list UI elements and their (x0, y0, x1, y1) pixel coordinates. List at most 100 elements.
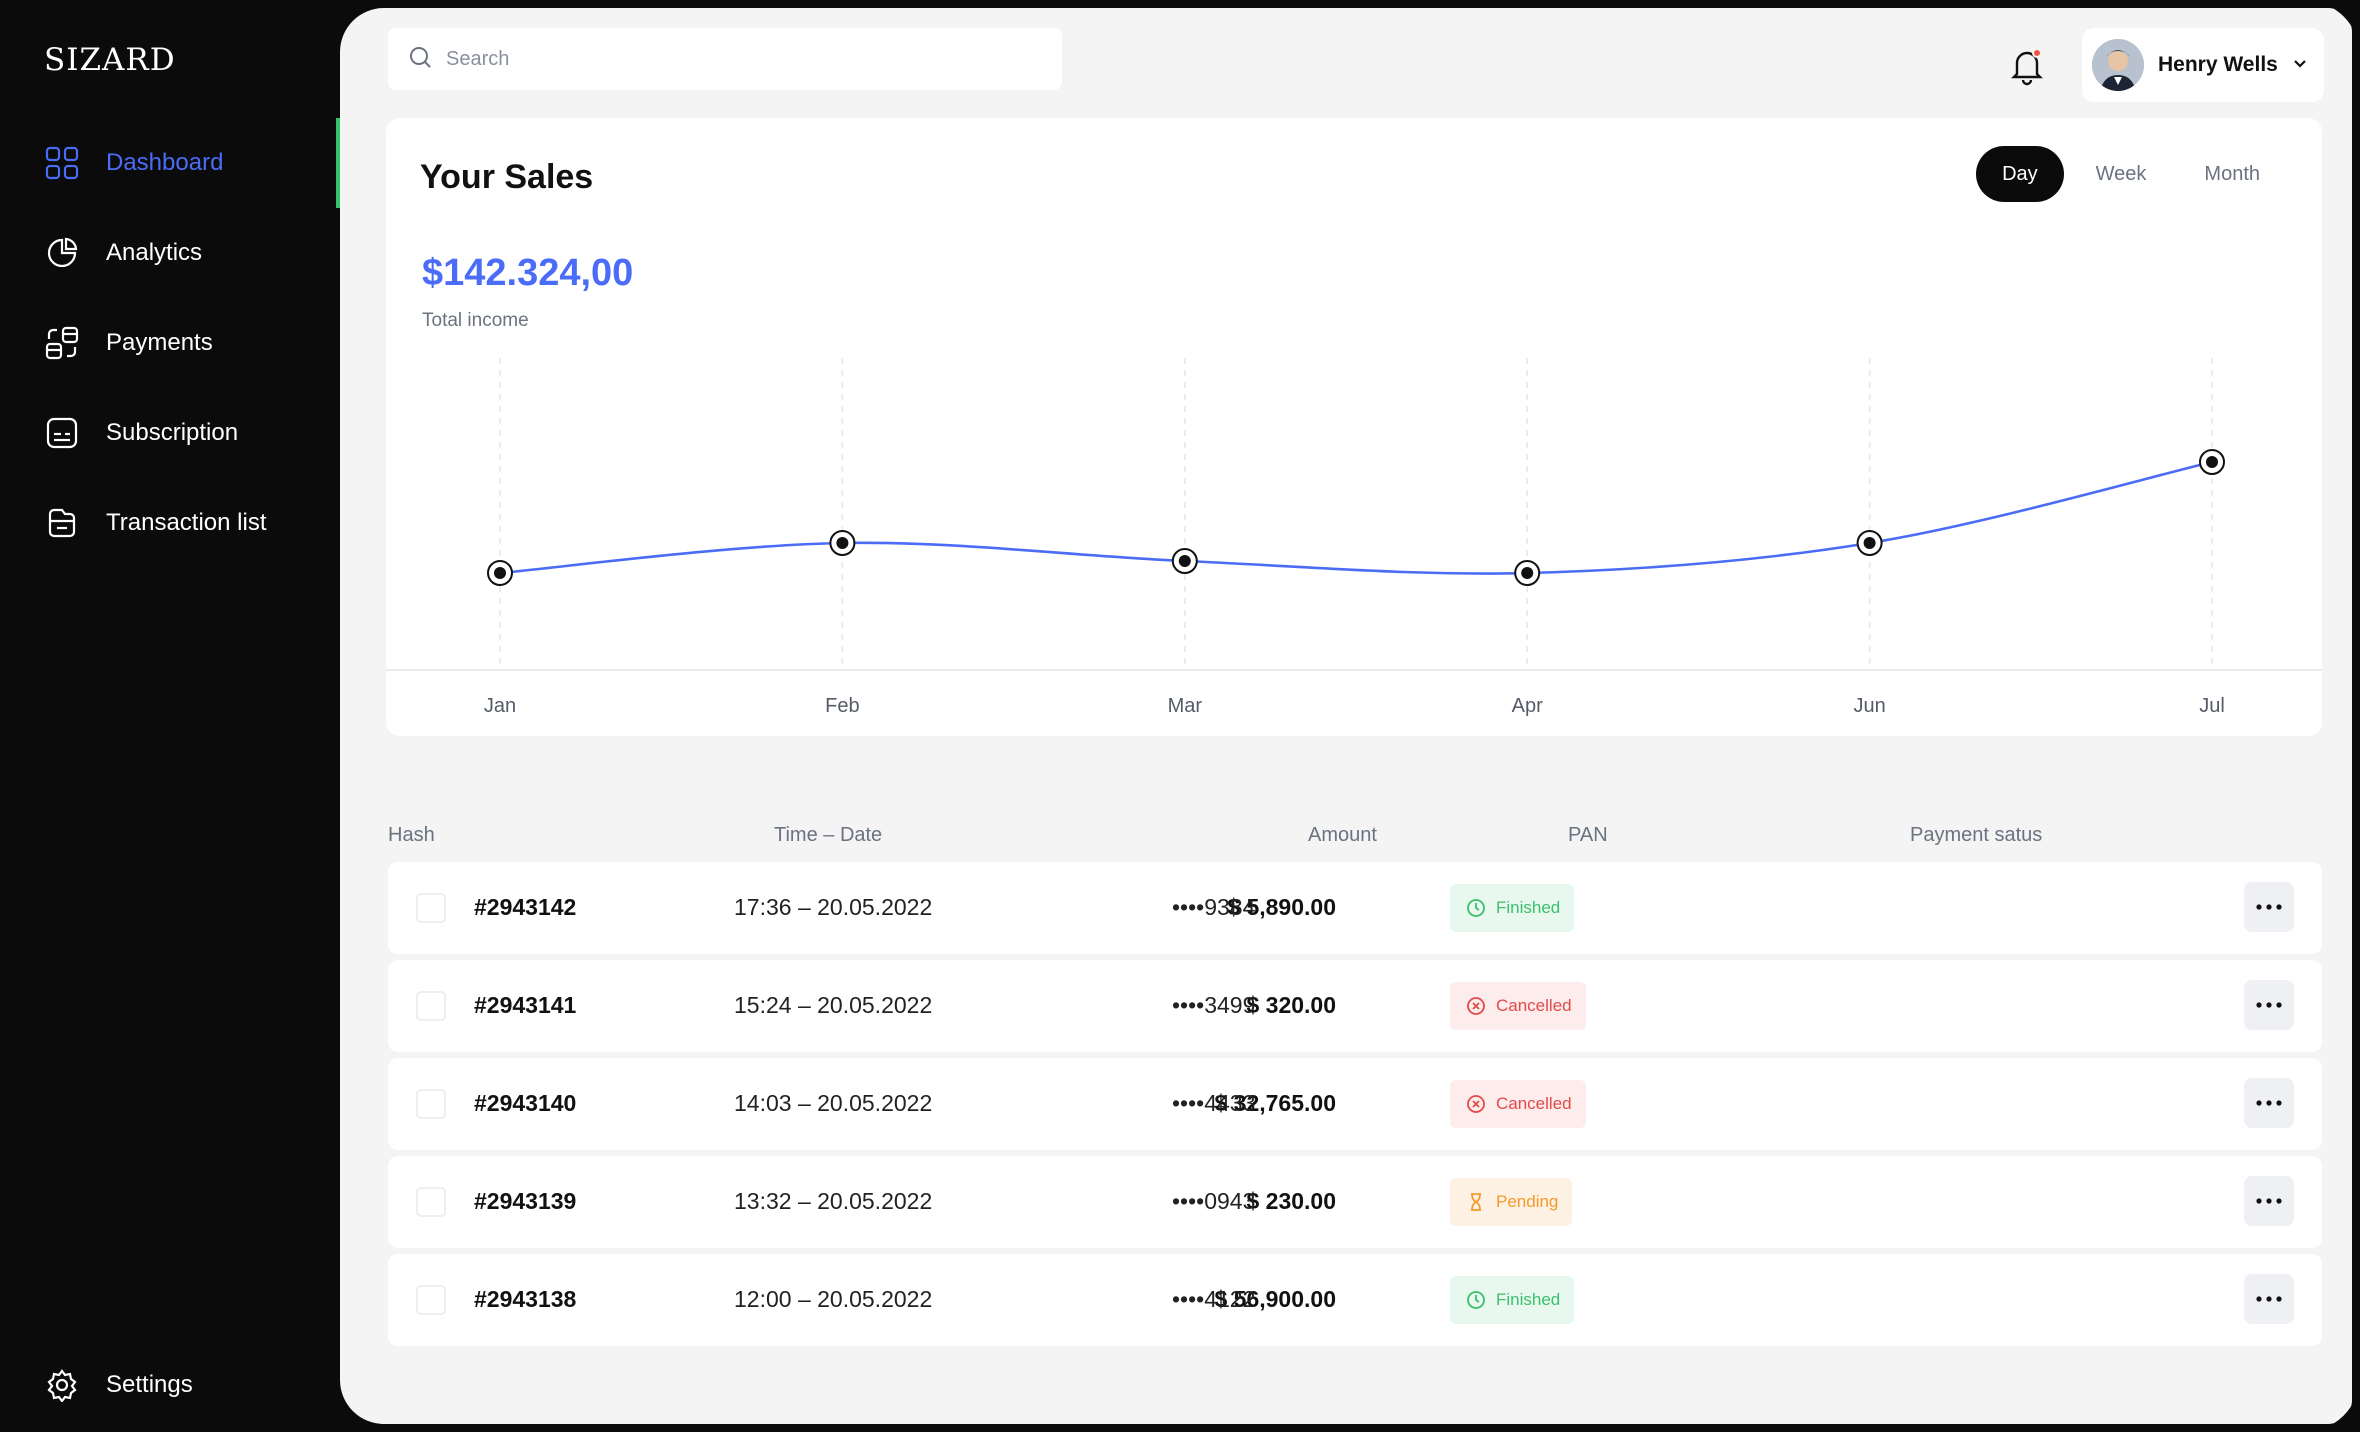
grid-icon (44, 145, 80, 181)
status-badge: Pending (1450, 1178, 1573, 1226)
x-tick-label: Jun (1853, 695, 1885, 717)
app-logo: SIZARD (44, 42, 176, 78)
more-dots-icon (2256, 1296, 2282, 1302)
more-dots-icon (2256, 904, 2282, 910)
more-dots-icon (2256, 1198, 2282, 1204)
pie-chart-icon (44, 235, 80, 271)
row-hash: #2943140 (474, 1090, 577, 1116)
row-time: 15:24 – 20.05.2022 (734, 992, 933, 1018)
row-pan: ••••4433 (1172, 1090, 1256, 1116)
more-options-button[interactable] (2244, 1176, 2294, 1226)
more-options-button[interactable] (2244, 882, 2294, 932)
sidebar: SIZARD Dashboard Analytics Payments Subs… (0, 0, 340, 1432)
sidebar-item-dashboard[interactable]: Dashboard (0, 118, 340, 208)
x-tick-label: Jul (2199, 695, 2225, 717)
row-amount: $ 230.00 (1246, 1188, 1336, 1214)
avatar (2092, 39, 2144, 91)
header-status: Payment satus (1910, 824, 2043, 846)
row-time: 14:03 – 20.05.2022 (734, 1090, 933, 1116)
sidebar-item-label: Payments (106, 329, 213, 356)
hourglass-icon (1471, 1193, 1481, 1211)
sidebar-item-analytics[interactable]: Analytics (0, 208, 340, 298)
sidebar-item-label: Analytics (106, 239, 203, 266)
settings-section: Settings (0, 1340, 340, 1430)
row-checkbox[interactable] (416, 991, 446, 1021)
header-time: Time – Date (774, 824, 883, 846)
gear-icon (44, 1367, 80, 1403)
data-point-center (494, 567, 506, 579)
more-dots-icon (2256, 1100, 2282, 1106)
clock-icon (1467, 899, 1485, 917)
header-amount: Amount (1308, 824, 1377, 846)
table-header: Hash Time – Date Amount PAN Payment satu… (386, 824, 2322, 854)
status-label: Cancelled (1496, 996, 1572, 1015)
search-icon (408, 45, 432, 74)
x-tick-label: Feb (825, 695, 859, 717)
sales-card: Your Sales Day Week Month $142.324,00 To… (386, 118, 2322, 736)
sidebar-item-payments[interactable]: Payments (0, 298, 340, 388)
status-badge: Finished (1450, 884, 1575, 932)
x-tick-label: Jan (484, 695, 516, 717)
sidebar-item-label: Transaction list (106, 509, 267, 536)
row-hash: #2943139 (474, 1188, 577, 1214)
status-badge: Cancelled (1450, 1080, 1586, 1128)
sidebar-item-transaction-list[interactable]: Transaction list (0, 478, 340, 568)
row-time: 13:32 – 20.05.2022 (734, 1188, 933, 1214)
status-label: Cancelled (1496, 1094, 1572, 1113)
row-time: 12:00 – 20.05.2022 (734, 1286, 933, 1312)
data-point-center (1863, 537, 1876, 549)
status-label: Pending (1496, 1192, 1559, 1211)
status-badge: Finished (1450, 1276, 1575, 1324)
more-options-button[interactable] (2244, 1078, 2294, 1128)
status-label: Finished (1496, 898, 1561, 917)
row-checkbox[interactable] (416, 893, 446, 923)
row-hash: #2943142 (474, 894, 577, 920)
row-pan: ••••3499 (1172, 992, 1256, 1018)
data-point-center (2206, 456, 2218, 468)
sidebar-item-label: Subscription (106, 419, 239, 446)
table-row[interactable]: #2943141 15:24 – 20.05.2022 $ 320.00 •••… (388, 960, 2322, 1052)
search-bar (388, 28, 1062, 90)
notification-dot (2032, 48, 2042, 58)
series-line (499, 460, 2213, 575)
user-name: Henry Wells (2158, 53, 2278, 76)
row-hash: #2943138 (474, 1286, 577, 1312)
x-tick-label: Apr (1512, 695, 1543, 717)
main-content: Henry Wells Your Sales Day Week Month $1… (340, 8, 2352, 1424)
row-checkbox[interactable] (416, 1089, 446, 1119)
row-time: 17:36 – 20.05.2022 (734, 894, 933, 920)
more-options-button[interactable] (2244, 980, 2294, 1030)
row-checkbox[interactable] (416, 1187, 446, 1217)
sidebar-item-subscription[interactable]: Subscription (0, 388, 340, 478)
status-badge: Cancelled (1450, 982, 1586, 1030)
notification-button[interactable] (2008, 44, 2046, 86)
more-options-button[interactable] (2244, 1274, 2294, 1324)
payments-icon (44, 325, 80, 361)
subscription-icon (44, 415, 80, 451)
row-pan: ••••4122 (1172, 1286, 1256, 1312)
row-pan: ••••0943 (1172, 1188, 1256, 1214)
row-hash: #2943141 (474, 992, 577, 1018)
row-checkbox[interactable] (416, 1285, 446, 1315)
row-amount: $ 320.00 (1246, 992, 1336, 1018)
cancel-circle-icon (1467, 1095, 1485, 1113)
header-hash: Hash (388, 824, 435, 846)
search-input[interactable] (446, 47, 1006, 71)
folder-icon (44, 505, 80, 541)
sidebar-item-settings[interactable]: Settings (0, 1340, 340, 1430)
sidebar-item-label: Dashboard (106, 149, 224, 176)
table-row[interactable]: #2943142 17:36 – 20.05.2022 $ 5,890.00 •… (388, 862, 2322, 954)
table-row[interactable]: #2943140 14:03 – 20.05.2022 $ 32,765.00 … (388, 1058, 2322, 1150)
clock-icon (1467, 1291, 1485, 1309)
more-dots-icon (2256, 1002, 2282, 1008)
table-row[interactable]: #2943138 12:00 – 20.05.2022 $ 56,900.00 … (388, 1254, 2322, 1346)
row-pan: ••••9384 (1172, 894, 1256, 920)
user-menu[interactable]: Henry Wells (2082, 28, 2324, 102)
data-point-center (836, 537, 849, 549)
table-row[interactable]: #2943139 13:32 – 20.05.2022 $ 230.00 •••… (388, 1156, 2322, 1248)
status-label: Finished (1496, 1290, 1561, 1309)
chevron-down-icon (2292, 55, 2308, 76)
x-tick-label: Mar (1168, 695, 1203, 717)
cancel-circle-icon (1467, 997, 1485, 1015)
app-window: SIZARD Dashboard Analytics Payments Subs… (0, 0, 2360, 1432)
